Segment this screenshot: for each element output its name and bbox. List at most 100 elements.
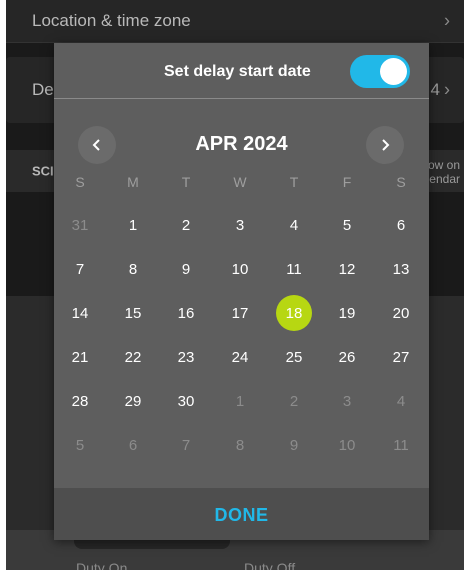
- calendar-day: 1: [220, 383, 260, 419]
- calendar-day[interactable]: 19: [327, 295, 367, 331]
- modal-footer: DONE: [54, 488, 429, 540]
- delay-start-toggle[interactable]: [350, 55, 410, 88]
- calendar-day[interactable]: 15: [113, 295, 153, 331]
- calendar-day[interactable]: 12: [327, 251, 367, 287]
- calendar-day[interactable]: 17: [220, 295, 260, 331]
- calendar-day-label: 1: [128, 216, 138, 234]
- calendar-day-label: 11: [393, 436, 409, 454]
- calendar-day: 9: [274, 427, 314, 463]
- toggle-knob: [380, 58, 407, 85]
- calendar-day-label: 15: [124, 304, 142, 322]
- calendar-day-label: 13: [392, 260, 410, 278]
- calendar-day-label: 10: [231, 260, 249, 278]
- duty-off-label: Duty Off: [244, 560, 296, 570]
- calendar-day-label: 16: [177, 304, 195, 322]
- calendar-day-label: 3: [235, 216, 245, 234]
- calendar-day[interactable]: 23: [166, 339, 206, 375]
- calendar-day: 6: [113, 427, 153, 463]
- calendar-day[interactable]: 22: [113, 339, 153, 375]
- calendar-day-label: 9: [289, 436, 299, 454]
- calendar-day: 4: [381, 383, 421, 419]
- calendar-day-label: 11: [286, 260, 302, 278]
- calendar-day[interactable]: 13: [381, 251, 421, 287]
- calendar-day-label: 29: [124, 392, 142, 410]
- calendar-day[interactable]: 5: [327, 207, 367, 243]
- calendar-day-label: 6: [128, 436, 138, 454]
- calendar-day-label: 28: [71, 392, 89, 410]
- calendar-day: 7: [166, 427, 206, 463]
- weekday-header: S: [396, 174, 406, 190]
- calendar-day-label: 2: [289, 392, 299, 410]
- calendar-day-label: 6: [396, 216, 406, 234]
- calendar-day[interactable]: 7: [60, 251, 100, 287]
- calendar-day-label: 19: [338, 304, 356, 322]
- calendar-day[interactable]: 16: [166, 295, 206, 331]
- chevron-right-icon: [382, 139, 390, 151]
- calendar-day[interactable]: 10: [220, 251, 260, 287]
- calendar-day[interactable]: 3: [220, 207, 260, 243]
- calendar-day-selected[interactable]: 18: [274, 295, 314, 331]
- calendar-day-label: 14: [71, 304, 89, 322]
- weekday-header: T: [181, 174, 191, 190]
- calendar-day-label: 1: [235, 392, 245, 410]
- weekday-header: W: [233, 174, 247, 190]
- calendar-day-label: 26: [338, 348, 356, 366]
- weekday-header: T: [289, 174, 299, 190]
- schedule-row-label: SCI: [32, 163, 54, 179]
- duty-on-label: Duty On: [76, 560, 128, 570]
- modal-header: Set delay start date: [54, 43, 429, 99]
- calendar-day: 3: [327, 383, 367, 419]
- done-button[interactable]: DONE: [54, 505, 429, 526]
- calendar-day[interactable]: 27: [381, 339, 421, 375]
- calendar-day: 31: [60, 207, 100, 243]
- calendar-day[interactable]: 1: [113, 207, 153, 243]
- calendar-day[interactable]: 14: [60, 295, 100, 331]
- calendar-day-label: 18: [285, 304, 303, 322]
- calendar-day-label: 17: [231, 304, 249, 322]
- calendar-day: 11: [381, 427, 421, 463]
- calendar-day[interactable]: 6: [381, 207, 421, 243]
- calendar-day[interactable]: 2: [166, 207, 206, 243]
- calendar-day[interactable]: 4: [274, 207, 314, 243]
- calendar-day-label: 10: [338, 436, 356, 454]
- calendar-day-label: 5: [342, 216, 352, 234]
- calendar-day-label: 20: [392, 304, 410, 322]
- chevron-right-icon: ›: [444, 79, 450, 100]
- calendar-day[interactable]: 29: [113, 383, 153, 419]
- calendar-day-label: 7: [181, 436, 191, 454]
- calendar-day[interactable]: 9: [166, 251, 206, 287]
- calendar-day[interactable]: 21: [60, 339, 100, 375]
- calendar-day-label: 27: [392, 348, 410, 366]
- calendar-day-label: 2: [181, 216, 191, 234]
- calendar-day-label: 31: [71, 216, 89, 234]
- calendar-day-label: 8: [128, 260, 138, 278]
- date-picker-modal: Set delay start date APR 2024 S M T W T F S 31 1…: [54, 43, 429, 540]
- schedule-row-side-text: ow on endar: [427, 158, 460, 186]
- calendar-day-label: 23: [177, 348, 195, 366]
- calendar-day[interactable]: 8: [113, 251, 153, 287]
- delay-row-value: 4: [430, 80, 440, 99]
- calendar-day-label: 9: [181, 260, 191, 278]
- calendar-day-label: 30: [177, 392, 195, 410]
- calendar-day[interactable]: 20: [381, 295, 421, 331]
- chevron-right-icon: ›: [444, 10, 450, 31]
- calendar-day: 5: [60, 427, 100, 463]
- location-timezone-label: Location & time zone: [32, 11, 191, 30]
- calendar-day[interactable]: 26: [327, 339, 367, 375]
- calendar-day[interactable]: 30: [166, 383, 206, 419]
- modal-title: Set delay start date: [164, 63, 311, 80]
- weekday-header: M: [127, 174, 139, 190]
- weekday-header: S: [75, 174, 85, 190]
- calendar-day-label: 24: [231, 348, 249, 366]
- calendar-day-label: 3: [342, 392, 352, 410]
- calendar-day[interactable]: 25: [274, 339, 314, 375]
- calendar-day[interactable]: 11: [274, 251, 314, 287]
- calendar-day[interactable]: 24: [220, 339, 260, 375]
- calendar-day: 2: [274, 383, 314, 419]
- calendar-day-label: 21: [71, 348, 89, 366]
- next-month-button[interactable]: [366, 126, 404, 164]
- calendar-day-label: 4: [289, 216, 299, 234]
- weekday-header: F: [342, 174, 352, 190]
- calendar-day[interactable]: 28: [60, 383, 100, 419]
- calendar-day: 8: [220, 427, 260, 463]
